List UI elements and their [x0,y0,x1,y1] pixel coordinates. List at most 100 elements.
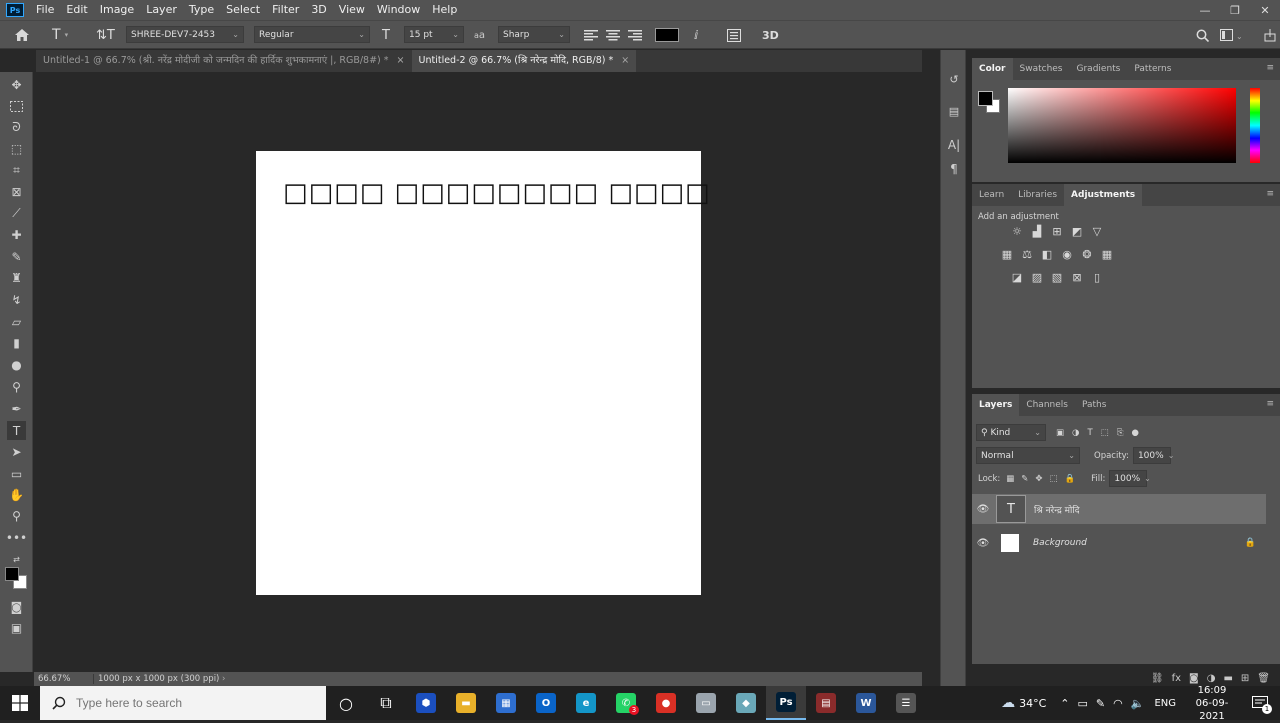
move-tool-icon[interactable]: ✥ [7,75,26,94]
filter-adjustment-icon[interactable]: ◑ [1072,428,1079,438]
eyedropper-tool-icon[interactable]: ⟋ [7,204,26,223]
chrome-icon[interactable]: ● [646,686,686,720]
blend-mode-dropdown[interactable]: Normal ⌄ [976,447,1080,464]
font-style-dropdown[interactable]: Regular ⌄ [254,26,370,43]
word-icon[interactable]: W [846,686,886,720]
menu-help[interactable]: Help [426,0,463,20]
menu-file[interactable]: File [30,0,60,20]
language-indicator[interactable]: ENG [1154,698,1176,709]
pen-icon[interactable]: ✎ [1096,697,1105,710]
menu-type[interactable]: Type [183,0,220,20]
font-size-dropdown[interactable]: 15 pt ⌄ [404,26,464,43]
panel-menu-icon[interactable]: ≡ [1266,63,1274,73]
close-icon[interactable]: × [397,50,405,72]
blur-tool-icon[interactable]: ● [7,355,26,374]
dodge-tool-icon[interactable]: ⚲ [7,377,26,396]
warp-text-icon[interactable]: ⅈ [694,26,698,44]
winrar-icon[interactable]: ▤ [806,686,846,720]
tab-channels[interactable]: Channels [1019,394,1075,416]
layer-name[interactable]: Background [1033,538,1087,548]
clock[interactable]: 16:09 06-09-2021 [1184,684,1240,723]
antialias-dropdown[interactable]: Sharp ⌄ [498,26,570,43]
battery-icon[interactable]: ▭ [1078,697,1088,710]
filter-pixel-icon[interactable]: ▣ [1056,428,1064,438]
menu-image[interactable]: Image [94,0,140,20]
filter-smart-object-icon[interactable]: ⎘ [1117,428,1124,438]
layer-filter-dropdown[interactable]: ⚲ Kind ⌄ [976,424,1046,441]
wifi-icon[interactable]: ◠ [1113,697,1123,710]
selective-color-icon[interactable]: ⊠ [1070,271,1084,284]
foreground-background-colors[interactable] [5,567,29,591]
healing-brush-tool-icon[interactable]: ✚ [7,225,26,244]
tab-paths[interactable]: Paths [1075,394,1113,416]
hand-tool-icon[interactable]: ✋ [7,485,26,504]
zoom-level[interactable]: 66.67% [34,674,94,684]
channel-mixer-icon[interactable]: ❂ [1080,248,1094,261]
levels-icon[interactable]: ▟ [1030,225,1044,238]
volume-icon[interactable]: 🔈 [1131,697,1145,710]
filter-shape-icon[interactable]: ⬚ [1101,428,1109,438]
path-selection-tool-icon[interactable]: ➤ [7,442,26,461]
close-icon[interactable]: × [621,50,629,72]
curves-icon[interactable]: ⊞ [1050,225,1064,238]
app-icon-white[interactable]: ▭ [686,686,726,720]
crop-tool-icon[interactable]: ⌗ [7,161,26,180]
align-left-icon[interactable] [584,26,598,44]
text-orientation-icon[interactable]: ⇅T [96,26,115,44]
invert-icon[interactable]: ◪ [1010,271,1024,284]
object-selection-tool-icon[interactable]: ⬚ [7,139,26,158]
hue-saturation-icon[interactable]: ▦ [1000,248,1014,261]
black-white-icon[interactable]: ◧ [1040,248,1054,261]
lock-all-icon[interactable]: 🔒 [1065,474,1076,484]
frame-tool-icon[interactable]: ⊠ [7,182,26,201]
pen-tool-icon[interactable]: ✒ [7,399,26,418]
more-tools-icon[interactable]: ••• [6,528,27,547]
document-canvas[interactable]: □□□□ □□□□□□□□ □□□□ [256,151,710,595]
lock-position-icon[interactable]: ✥ [1035,474,1042,484]
chevron-right-icon[interactable]: › [222,674,225,684]
tab-swatches[interactable]: Swatches [1013,58,1070,80]
history-panel-icon[interactable]: ↺ [945,70,963,88]
restore-icon[interactable]: ❐ [1220,0,1250,20]
rectangle-tool-icon[interactable]: ▭ [7,464,26,483]
color-spectrum-picker[interactable] [1008,88,1236,163]
text-color-swatch[interactable] [655,28,679,42]
hue-slider[interactable] [1250,88,1260,163]
start-button[interactable] [0,686,40,720]
layer-style-icon[interactable]: fx [1172,673,1181,684]
type-tool-icon[interactable]: T [7,421,26,440]
outlook-icon[interactable]: O [526,686,566,720]
screen-mode-icon[interactable]: ▣ [7,618,26,637]
weather-temp[interactable]: 34°C [1019,697,1046,710]
lock-artboard-icon[interactable]: ⬚ [1050,474,1058,484]
tab-color[interactable]: Color [972,58,1013,80]
search-icon[interactable] [1196,26,1209,44]
eye-icon[interactable]: 👁 [972,504,994,515]
posterize-icon[interactable]: ▨ [1030,271,1044,284]
menu-edit[interactable]: Edit [60,0,93,20]
panel-menu-icon[interactable]: ≡ [1266,189,1274,199]
lock-transparent-icon[interactable]: ▦ [1006,474,1014,484]
taskbar-search-box[interactable] [40,686,326,720]
gradient-tool-icon[interactable]: ▮ [7,333,26,352]
photoshop-icon[interactable]: Ps [766,686,806,720]
calculator-icon[interactable]: ▦ [486,686,526,720]
text-layer-content[interactable]: □□□□ □□□□□□□□ □□□□ [283,178,711,208]
app-icon-teal[interactable]: ◆ [726,686,766,720]
color-balance-icon[interactable]: ⚖ [1020,248,1034,261]
eye-icon[interactable]: 👁 [972,538,994,549]
link-layers-icon[interactable]: ⛓ [1151,673,1164,684]
lasso-tool-icon[interactable]: ᘐ [7,118,26,137]
clone-stamp-tool-icon[interactable]: ♜ [7,268,26,287]
menu-3d[interactable]: 3D [305,0,332,20]
trash-icon[interactable]: 🗑 [1257,673,1270,684]
tab-untitled-2[interactable]: Untitled-2 @ 66.7% (श्रि नरेन्द्र मोदि, … [411,50,637,72]
home-icon[interactable] [14,26,30,44]
filter-toggle-icon[interactable]: ● [1132,428,1139,438]
layer-row-text[interactable]: 👁 T श्रि नरेन्द्र मोदि [972,494,1266,524]
threshold-icon[interactable]: ▧ [1050,271,1064,284]
adjustment-layer-icon[interactable]: ◑ [1207,673,1216,684]
layer-name[interactable]: श्रि नरेन्द्र मोदि [1034,503,1079,516]
3d-icon[interactable]: 3D [762,26,779,44]
menu-filter[interactable]: Filter [266,0,305,20]
